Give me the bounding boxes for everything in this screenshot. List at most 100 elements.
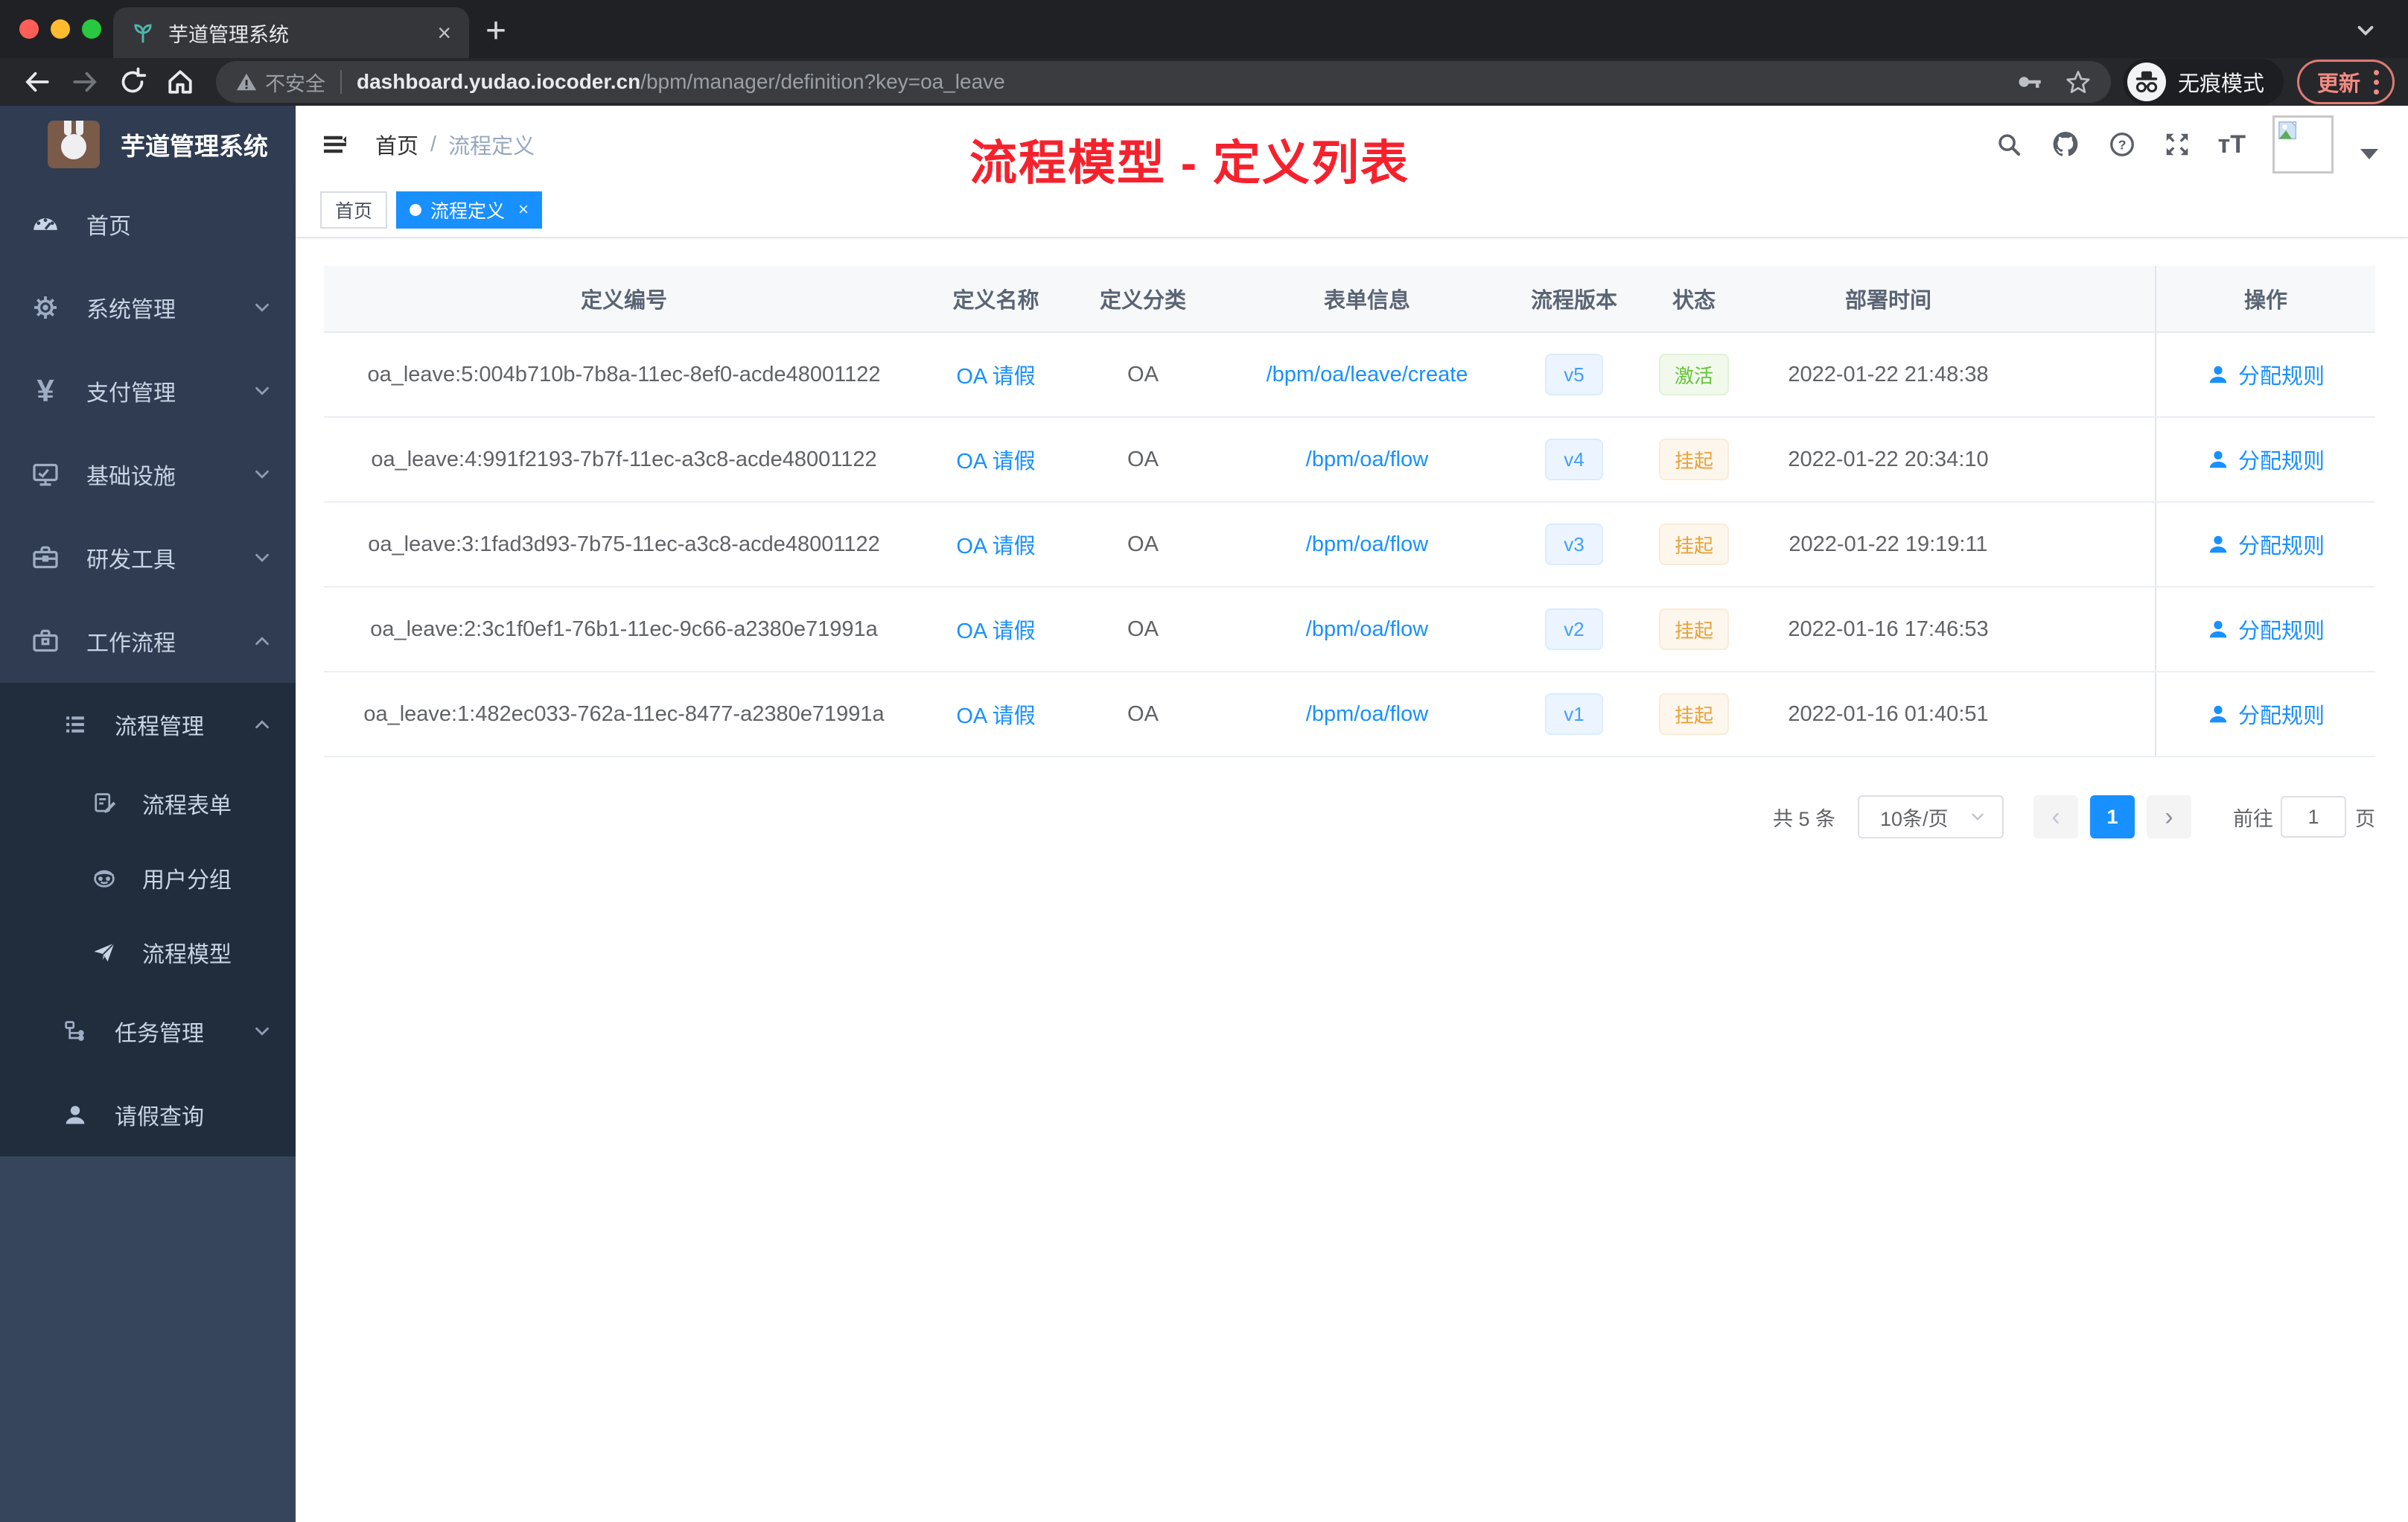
col-definition-category: 定义分类	[1099, 289, 1186, 313]
send-icon	[87, 939, 121, 966]
sidebar-item-user-group[interactable]: 用户分组	[0, 841, 296, 915]
sidebar-item-workflow[interactable]: 工作流程	[0, 599, 296, 683]
status-badge: 激活	[1659, 354, 1729, 395]
chevron-down-icon	[251, 296, 273, 319]
definition-table: 定义编号 定义名称 定义分类 表单信息 流程版本 状态 部署时间 操作 oa_l…	[324, 266, 2375, 757]
col-definition-id: 定义编号	[580, 289, 667, 313]
address-bar[interactable]: 不安全 dashboard.yudao.iocoder.cn/bpm/manag…	[216, 61, 2111, 103]
reload-icon[interactable]	[109, 67, 156, 97]
security-warning-icon[interactable]: 不安全	[235, 68, 325, 97]
definition-name-link[interactable]: OA 请假	[956, 535, 1035, 558]
form-link[interactable]: /bpm/oa/flow	[1306, 702, 1428, 726]
robot-icon	[87, 865, 121, 891]
tab-close-icon[interactable]: ×	[437, 21, 451, 45]
sidebar-item-dev-tools[interactable]: 研发工具	[0, 516, 296, 599]
goto-page-input[interactable]	[2281, 796, 2346, 838]
definition-name-link[interactable]: OA 请假	[956, 620, 1035, 643]
status-badge: 挂起	[1659, 608, 1729, 650]
window-controls[interactable]	[19, 19, 101, 39]
yen-icon: ¥	[36, 373, 54, 408]
next-page-button[interactable]: ›	[2147, 795, 2191, 838]
cell-deploy-time: 2022-01-22 19:19:11	[1789, 532, 1988, 556]
prev-page-button[interactable]: ‹	[2033, 795, 2078, 838]
form-link[interactable]: /bpm/oa/leave/create	[1267, 363, 1468, 386]
incognito-label: 无痕模式	[2177, 72, 2264, 96]
col-process-version: 流程版本	[1530, 289, 1617, 313]
form-link[interactable]: /bpm/oa/flow	[1306, 617, 1428, 641]
current-page-button[interactable]: 1	[2090, 795, 2135, 838]
font-size-icon[interactable]: тT	[2218, 130, 2246, 159]
minimize-window-button[interactable]	[51, 19, 70, 39]
definition-name-link[interactable]: OA 请假	[956, 365, 1035, 389]
top-navbar: 首页 / 流程定义 流程模型 - 定义列表 ? тT	[296, 106, 2408, 190]
tag-close-icon[interactable]: ×	[518, 200, 529, 220]
sidebar-item-process-form[interactable]: 流程表单	[0, 766, 296, 841]
monitor-icon	[28, 459, 63, 489]
forward-icon[interactable]	[61, 67, 109, 97]
cell-definition-id: oa_leave:2:3c1f0ef1-76b1-11ec-9c66-a2380…	[370, 617, 878, 641]
brand-header[interactable]: 芋道管理系统	[0, 106, 296, 182]
list-icon	[58, 710, 92, 739]
cell-definition-id: oa_leave:3:1fad3d93-7b75-11ec-a3c8-acde4…	[368, 532, 880, 556]
search-icon[interactable]	[1995, 130, 2023, 159]
bookmark-star-icon[interactable]	[2065, 69, 2092, 95]
browser-menu-kebab-icon[interactable]	[2374, 69, 2379, 95]
fullscreen-icon[interactable]	[2163, 130, 2191, 159]
definition-name-link[interactable]: OA 请假	[956, 450, 1035, 474]
table-row: oa_leave:3:1fad3d93-7b75-11ec-a3c8-acde4…	[324, 503, 2375, 588]
sidebar-item-process-management[interactable]: 流程管理	[0, 683, 296, 766]
browser-tab[interactable]: 芋道管理系统 ×	[113, 7, 469, 58]
form-link[interactable]: /bpm/oa/flow	[1306, 532, 1428, 556]
chrome-update-button[interactable]: 更新	[2296, 60, 2395, 104]
browser-toolbar: 不安全 dashboard.yudao.iocoder.cn/bpm/manag…	[0, 58, 2408, 106]
assign-rule-button[interactable]: 分配规则	[2207, 614, 2325, 645]
url-path: /bpm/manager/definition?key=oa_leave	[640, 70, 1005, 93]
sidebar-item-payment[interactable]: ¥ 支付管理	[0, 349, 296, 433]
sidebar-item-task-management[interactable]: 任务管理	[0, 990, 296, 1073]
hamburger-icon[interactable]	[320, 130, 350, 159]
github-icon[interactable]	[2050, 129, 2081, 160]
col-deploy-time: 部署时间	[1844, 289, 1931, 313]
status-badge: 挂起	[1659, 523, 1729, 565]
help-icon[interactable]: ?	[2108, 130, 2136, 159]
chevron-up-icon	[251, 713, 273, 736]
back-icon[interactable]	[13, 67, 61, 97]
security-label: 不安全	[265, 72, 325, 95]
new-tab-button[interactable]: +	[485, 10, 506, 51]
cell-category: OA	[1127, 701, 1159, 726]
tag-home[interactable]: 首页	[320, 191, 388, 229]
gear-icon	[28, 293, 63, 322]
breadcrumb: 首页 / 流程定义	[375, 129, 535, 160]
version-badge: v2	[1545, 608, 1603, 650]
assign-rule-button[interactable]: 分配规则	[2207, 529, 2325, 560]
sidebar-item-home[interactable]: 首页	[0, 182, 296, 266]
sidebar-item-system[interactable]: 系统管理	[0, 266, 296, 349]
breadcrumb-home[interactable]: 首页	[375, 129, 418, 160]
password-key-icon[interactable]	[2016, 69, 2042, 95]
form-icon	[87, 790, 121, 817]
page-annotation: 流程模型 - 定义列表	[969, 136, 1410, 190]
maximize-window-button[interactable]	[82, 19, 101, 39]
briefcase-icon	[28, 626, 63, 656]
active-tag-dot	[410, 204, 422, 216]
definition-name-link[interactable]: OA 请假	[956, 704, 1035, 728]
version-badge: v3	[1545, 523, 1603, 565]
assign-rule-button[interactable]: 分配规则	[2207, 444, 2325, 475]
close-window-button[interactable]	[19, 19, 39, 39]
main-panel: 首页 / 流程定义 流程模型 - 定义列表 ? тT 首页 流程定义 × 定义编…	[296, 106, 2408, 1522]
pagination-total: 共 5 条	[1772, 807, 1835, 830]
user-avatar[interactable]	[2272, 115, 2334, 173]
sidebar-item-leave-query[interactable]: 请假查询	[0, 1073, 296, 1156]
cell-deploy-time: 2022-01-16 17:46:53	[1788, 617, 1989, 641]
tab-search-chevron-icon[interactable]	[2353, 18, 2378, 43]
assign-rule-button[interactable]: 分配规则	[2207, 698, 2325, 730]
page-size-select[interactable]: 10条/页	[1858, 795, 2004, 838]
user-menu-caret-icon[interactable]	[2360, 149, 2378, 159]
home-icon[interactable]	[156, 67, 204, 97]
assign-rule-button[interactable]: 分配规则	[2207, 359, 2325, 390]
tag-process-definition[interactable]: 流程定义 ×	[396, 191, 543, 229]
sidebar-item-infrastructure[interactable]: 基础设施	[0, 433, 296, 516]
form-link[interactable]: /bpm/oa/flow	[1306, 448, 1428, 471]
sidebar-item-process-model[interactable]: 流程模型	[0, 915, 296, 990]
sidebar: 芋道管理系统 首页 系统管理 ¥ 支付管理 基础设施 研发工具 工作流程 流程管…	[0, 106, 296, 1522]
